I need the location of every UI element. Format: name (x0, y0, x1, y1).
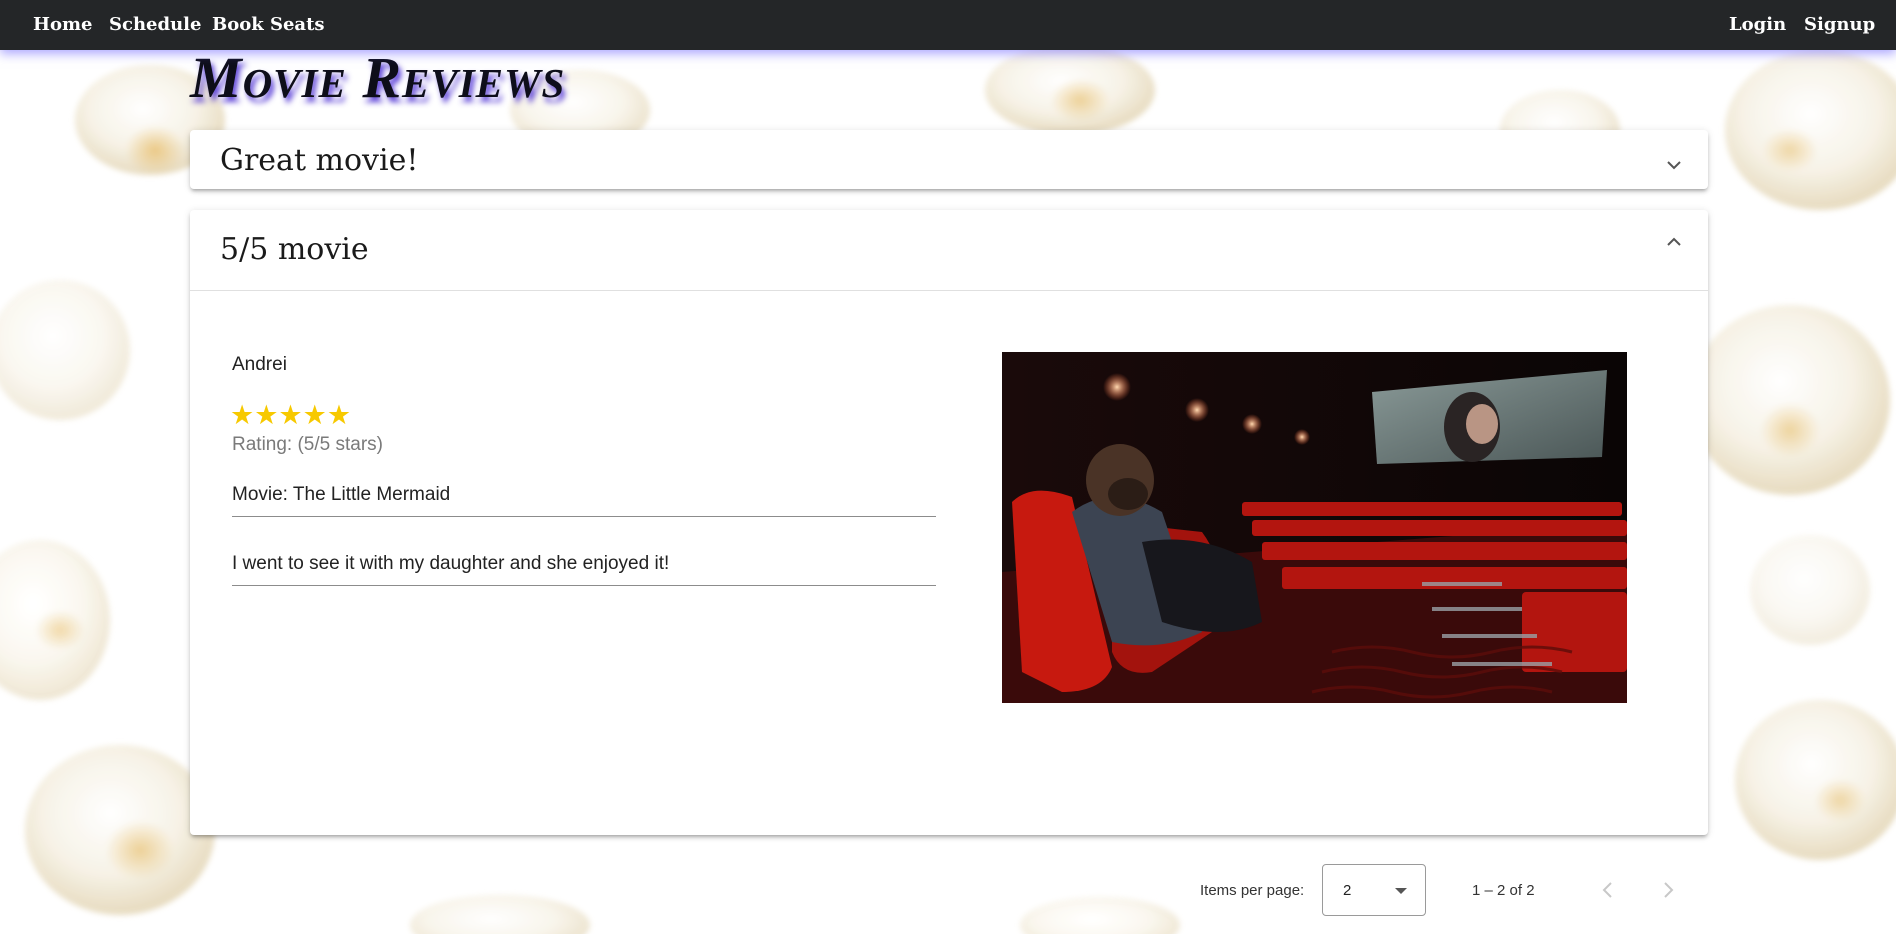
nav-signup-link[interactable]: Signup (1804, 0, 1875, 50)
items-per-page-value: 2 (1343, 882, 1352, 899)
review-panel: Great movie! (190, 130, 1708, 189)
chevron-right-icon[interactable] (1650, 872, 1686, 908)
panel-divider (190, 290, 1708, 291)
review-panel-header[interactable]: 5/5 movie (190, 210, 1708, 290)
chevron-left-icon[interactable] (1590, 872, 1626, 908)
review-title: Great movie! (220, 143, 419, 178)
movie-name: Movie: The Little Mermaid (232, 484, 451, 505)
caret-down-icon (1395, 888, 1407, 894)
items-per-page-label: Items per page: (1200, 882, 1305, 899)
review-title: 5/5 movie (220, 232, 369, 267)
review-panel-header[interactable]: Great movie! (190, 130, 1708, 189)
rating-stars: ★★★★★ (230, 400, 352, 430)
cinema-photo (1002, 352, 1627, 703)
movie-field: Movie: The Little Mermaid (232, 484, 936, 517)
nav-book-seats-link[interactable]: Book Seats (212, 0, 325, 50)
nav-home-link[interactable]: Home (33, 0, 93, 50)
review-panel: 5/5 movie Andrei ★★★★★ Rating: (5/5 star… (190, 210, 1708, 835)
top-navbar: Home Schedule Book Seats Login Signup (0, 0, 1896, 50)
nav-schedule-link[interactable]: Schedule (109, 0, 201, 50)
chevron-down-icon[interactable] (1664, 158, 1684, 172)
review-comment: I went to see it with my daughter and sh… (232, 553, 670, 574)
page-range-label: 1 – 2 of 2 (1472, 882, 1535, 899)
items-per-page-select[interactable]: 2 (1322, 864, 1426, 916)
chevron-up-icon[interactable] (1664, 235, 1684, 249)
page-title: Movie Reviews (190, 45, 566, 110)
rating-text: Rating: (5/5 stars) (232, 434, 383, 455)
reviewer-name: Andrei (232, 354, 287, 375)
comment-field: I went to see it with my daughter and sh… (232, 553, 936, 586)
nav-login-link[interactable]: Login (1729, 0, 1786, 50)
